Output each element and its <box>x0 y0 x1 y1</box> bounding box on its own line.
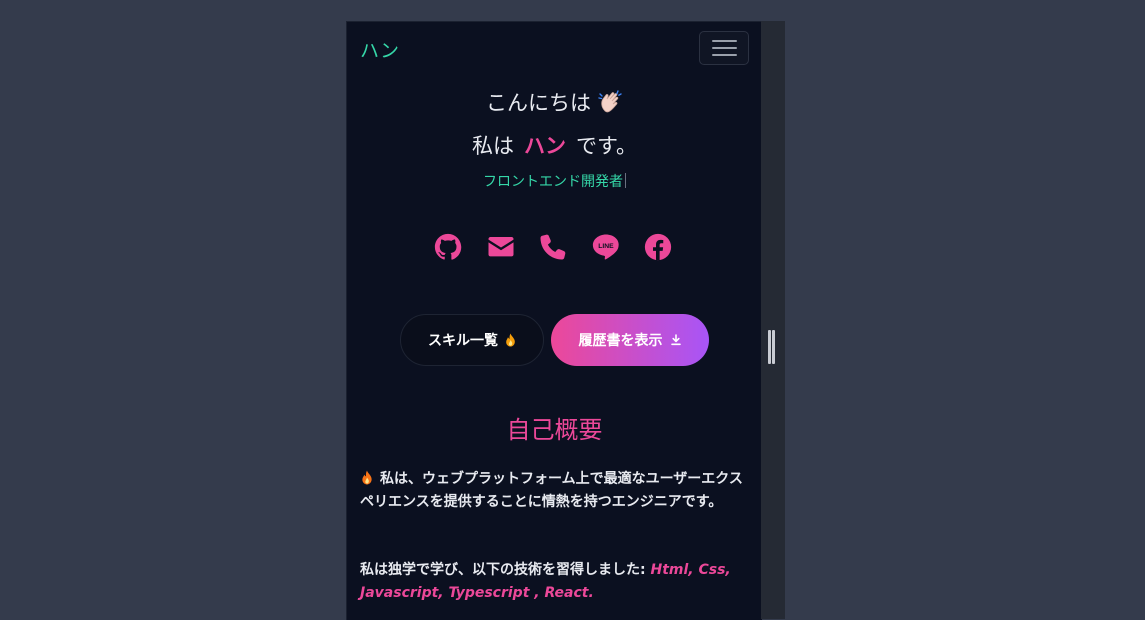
viewport-resize-gutter <box>761 21 785 619</box>
resume-download-button[interactable]: 履歴書を表示 <box>551 314 709 366</box>
brand-logo[interactable]: ハン <box>360 36 400 63</box>
fire-icon <box>362 470 372 485</box>
highlight-name: ハン <box>524 134 567 158</box>
svg-text:LINE: LINE <box>598 243 614 250</box>
about-paragraph-1-text: 私は、ウェブプラットフォーム上で最適なユーザーエクスペリエンスを提供することに情… <box>360 471 743 510</box>
social-links: LINE <box>433 232 677 262</box>
intro-line: 私は ハン です。 <box>347 130 762 160</box>
intro-suffix: です。 <box>576 134 637 158</box>
menu-toggle-button[interactable] <box>699 31 749 65</box>
mobile-viewport: ハン こんにちは 私は ハン です。 フロントエンド開発者 LINE スキル一覧… <box>346 21 762 620</box>
skills-button[interactable]: スキル一覧 <box>400 314 544 366</box>
github-icon[interactable] <box>433 232 463 262</box>
download-icon <box>670 334 681 346</box>
typing-caret <box>625 173 626 188</box>
hamburger-icon <box>712 54 737 56</box>
line-icon[interactable]: LINE <box>591 232 621 262</box>
skills-button-label: スキル一覧 <box>428 333 498 349</box>
greeting-text: こんにちは <box>486 91 591 115</box>
resize-handle[interactable] <box>767 330 776 364</box>
about-section-title: 自己概要 <box>506 416 603 444</box>
hamburger-icon <box>712 47 737 49</box>
envelope-icon[interactable] <box>486 232 516 262</box>
waving-hand-icon <box>597 89 623 115</box>
about-paragraph-2-text: 私は独学で学び、以下の技術を習得しました: <box>360 562 651 578</box>
about-paragraph-1: 私は、ウェブプラットフォーム上で最適なユーザーエクスペリエンスを提供することに情… <box>360 468 755 514</box>
fire-icon <box>506 333 515 347</box>
resume-button-label: 履歴書を表示 <box>578 333 663 349</box>
greeting-line: こんにちは <box>347 87 762 117</box>
facebook-icon[interactable] <box>643 232 673 262</box>
intro-prefix: 私は <box>472 134 515 158</box>
about-paragraph-2: 私は独学で学び、以下の技術を習得しました: Html, Css, Javascr… <box>360 559 755 605</box>
phone-icon[interactable] <box>538 232 568 262</box>
role-typewriter: フロントエンド開発者 <box>347 171 762 191</box>
hamburger-icon <box>712 40 737 42</box>
role-text: フロントエンド開発者 <box>483 174 623 190</box>
